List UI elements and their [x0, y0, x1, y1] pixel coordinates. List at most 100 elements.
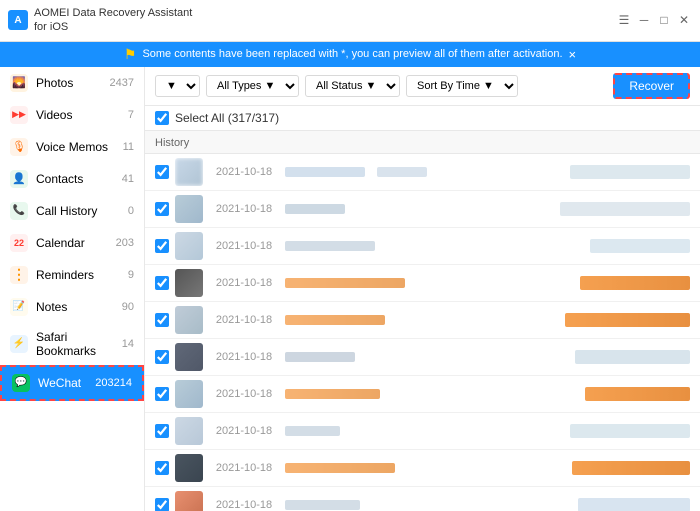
all-status-filter[interactable]: All Status ▼ — [305, 75, 400, 97]
item-extra — [578, 498, 690, 511]
item-content — [285, 389, 579, 399]
item-extra — [572, 461, 690, 475]
sort-by-time-filter[interactable]: Sort By Time ▼ — [406, 75, 518, 97]
sidebar-item-voice-memos[interactable]: 🎙 Voice Memos 11 — [0, 131, 144, 163]
sidebar-count-notes: 90 — [122, 301, 134, 313]
sidebar-label-calendar: Calendar — [36, 236, 108, 250]
notification-bar: ⚑ Some contents have been replaced with … — [0, 42, 700, 67]
voice-memos-icon: 🎙 — [10, 138, 28, 156]
sidebar-label-wechat: WeChat — [38, 376, 87, 390]
search-dropdown[interactable]: ▼ — [155, 75, 200, 97]
recover-button[interactable]: Recover — [613, 73, 690, 99]
photos-icon: 🌄 — [10, 74, 28, 92]
sidebar-item-photos[interactable]: 🌄 Photos 2437 — [0, 67, 144, 99]
main-layout: 🌄 Photos 2437 ▶▶ Videos 7 🎙 Voice Memos … — [0, 67, 700, 511]
table-row: 2021-10-18 — [145, 228, 700, 265]
avatar — [175, 195, 203, 223]
row-checkbox[interactable] — [155, 461, 169, 475]
sidebar-item-videos[interactable]: ▶▶ Videos 7 — [0, 99, 144, 131]
item-date: 2021-10-18 — [209, 277, 279, 289]
app-title: AOMEI Data Recovery Assistant for iOS — [34, 6, 192, 35]
table-row: 2021-10-18 — [145, 191, 700, 228]
item-date: 2021-10-18 — [209, 240, 279, 252]
toolbar: ▼ All Types ▼ All Status ▼ Sort By Time … — [145, 67, 700, 106]
row-checkbox[interactable] — [155, 387, 169, 401]
row-checkbox[interactable] — [155, 239, 169, 253]
close-button[interactable]: ✕ — [676, 12, 692, 28]
table-row: 2021-10-18 — [145, 265, 700, 302]
row-checkbox[interactable] — [155, 350, 169, 364]
row-checkbox[interactable] — [155, 276, 169, 290]
sidebar-label-photos: Photos — [36, 76, 102, 90]
sidebar-count-call-history: 0 — [128, 205, 134, 217]
item-date: 2021-10-18 — [209, 462, 279, 474]
sidebar-label-reminders: Reminders — [36, 268, 120, 282]
item-extra — [585, 387, 690, 401]
row-checkbox[interactable] — [155, 313, 169, 327]
all-types-filter[interactable]: All Types ▼ — [206, 75, 299, 97]
item-content — [285, 315, 559, 325]
select-all-checkbox[interactable] — [155, 111, 169, 125]
avatar — [175, 380, 203, 408]
select-all-row: Select All (317/317) — [145, 106, 700, 131]
avatar — [175, 158, 203, 186]
item-extra — [565, 313, 690, 327]
minimize-button[interactable]: ─ — [636, 12, 652, 28]
sidebar-label-contacts: Contacts — [36, 172, 114, 186]
sidebar-item-call-history[interactable]: 📞 Call History 0 — [0, 195, 144, 227]
reminders-icon: ⋮ — [10, 266, 28, 284]
item-content — [285, 352, 569, 362]
title-bar: A AOMEI Data Recovery Assistant for iOS … — [0, 0, 700, 42]
sidebar-label-voice-memos: Voice Memos — [36, 140, 115, 154]
sidebar-label-videos: Videos — [36, 108, 120, 122]
sidebar-item-notes[interactable]: 📝 Notes 90 — [0, 291, 144, 323]
notification-message: Some contents have been replaced with *,… — [142, 48, 562, 60]
app-container: A AOMEI Data Recovery Assistant for iOS … — [0, 0, 700, 511]
item-extra — [575, 350, 690, 364]
wechat-icon: 💬 — [12, 374, 30, 392]
item-content — [285, 241, 584, 251]
maximize-button[interactable]: □ — [656, 12, 672, 28]
table-row: 2021-10-18 — [145, 487, 700, 511]
row-checkbox[interactable] — [155, 498, 169, 511]
item-content — [285, 167, 564, 177]
sidebar-item-safari-bookmarks[interactable]: ⚡ Safari Bookmarks 14 — [0, 323, 144, 365]
sidebar-count-videos: 7 — [128, 109, 134, 121]
item-content — [285, 463, 566, 473]
sidebar-count-wechat: 203214 — [95, 377, 132, 389]
row-checkbox[interactable] — [155, 424, 169, 438]
history-label: History — [155, 137, 189, 149]
sidebar-item-contacts[interactable]: 👤 Contacts 41 — [0, 163, 144, 195]
sidebar-item-calendar[interactable]: 22 Calendar 203 — [0, 227, 144, 259]
item-content — [285, 278, 574, 288]
safari-bookmarks-icon: ⚡ — [10, 335, 28, 353]
select-all-label[interactable]: Select All (317/317) — [175, 111, 279, 125]
item-date: 2021-10-18 — [209, 499, 279, 511]
table-row: 2021-10-18 — [145, 450, 700, 487]
row-checkbox[interactable] — [155, 202, 169, 216]
item-extra — [560, 202, 690, 216]
avatar — [175, 232, 203, 260]
sidebar-count-calendar: 203 — [116, 237, 134, 249]
sidebar-count-reminders: 9 — [128, 269, 134, 281]
sidebar-label-safari-bookmarks: Safari Bookmarks — [36, 330, 114, 358]
sidebar-label-notes: Notes — [36, 300, 114, 314]
row-checkbox[interactable] — [155, 165, 169, 179]
history-section: History — [145, 131, 700, 154]
calendar-icon: 22 — [10, 234, 28, 252]
sidebar-item-wechat[interactable]: 💬 WeChat 203214 — [0, 365, 144, 401]
table-row: 2021-10-18 — [145, 339, 700, 376]
sidebar-count-contacts: 41 — [122, 173, 134, 185]
avatar — [175, 491, 203, 511]
avatar — [175, 417, 203, 445]
table-row: 2021-10-18 — [145, 154, 700, 191]
avatar — [175, 343, 203, 371]
notification-close[interactable]: × — [569, 47, 577, 62]
sidebar-item-reminders[interactable]: ⋮ Reminders 9 — [0, 259, 144, 291]
content-area: ▼ All Types ▼ All Status ▼ Sort By Time … — [145, 67, 700, 511]
item-date: 2021-10-18 — [209, 314, 279, 326]
menu-button[interactable]: ☰ — [616, 12, 632, 28]
item-content — [285, 426, 564, 436]
title-bar-controls: ☰ ─ □ ✕ — [616, 12, 692, 28]
avatar — [175, 269, 203, 297]
